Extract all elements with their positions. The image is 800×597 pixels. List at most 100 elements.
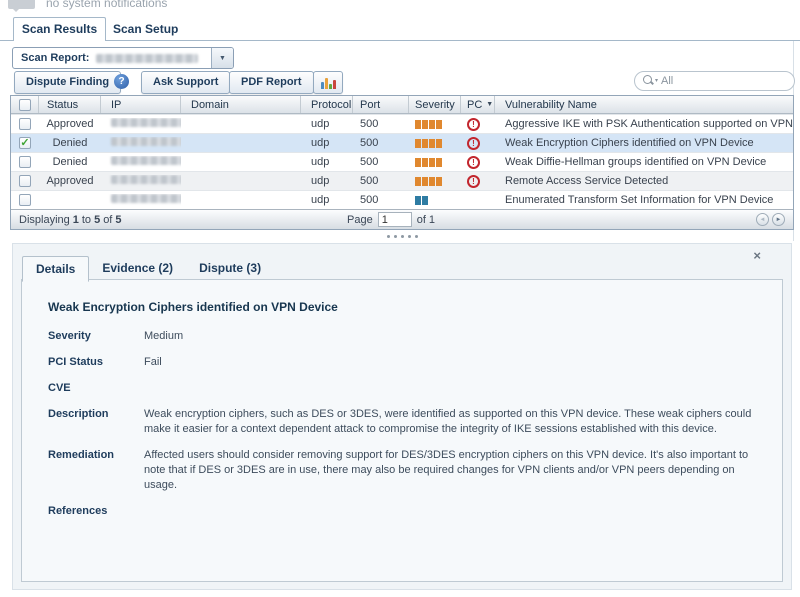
field-value: Fail (144, 355, 162, 370)
table-row[interactable]: udp 500 Enumerated Transform Set Informa… (11, 190, 793, 209)
search-icon[interactable]: ▾ (643, 75, 656, 88)
row-checkbox[interactable]: ✓ (19, 137, 31, 149)
row-vulnerability-link[interactable]: Aggressive IKE with PSK Authentication s… (495, 118, 793, 130)
field-label: Severity (48, 329, 144, 344)
row-status: Approved (39, 175, 101, 187)
table-row[interactable]: ✓ Denied udp 500 ! Weak Encryption Ciphe… (11, 133, 793, 152)
scan-report-value-redacted (96, 54, 198, 63)
table-row[interactable]: Approved udp 500 ! Aggressive IKE with P… (11, 114, 793, 133)
scan-report-select[interactable]: Scan Report: ▼ (12, 47, 234, 69)
close-icon[interactable]: × (753, 249, 761, 262)
displaying-status: Displaying 1 to 5 of 5 (19, 214, 122, 226)
results-table: Status IP Domain Protocol Port Severity … (10, 95, 794, 230)
row-severity-bars (409, 118, 461, 130)
chevron-down-icon: ▼ (219, 55, 226, 62)
table-row[interactable]: Approved udp 500 ! Remote Access Service… (11, 171, 793, 190)
chart-report-button[interactable] (313, 71, 343, 94)
pci-fail-icon: ! (467, 118, 480, 131)
next-page-button[interactable]: ► (772, 213, 785, 226)
field-value: Affected users should consider removing … (144, 448, 762, 493)
row-protocol: udp (301, 175, 353, 187)
row-status: Denied (39, 156, 101, 168)
tab-details[interactable]: Details (22, 256, 89, 282)
details-field: Remediation Affected users should consid… (48, 448, 762, 493)
row-port: 500 (353, 194, 409, 206)
row-protocol: udp (301, 137, 353, 149)
row-checkbox[interactable] (19, 156, 31, 168)
select-all-checkbox[interactable] (19, 99, 31, 111)
splitter-handle[interactable] (10, 230, 794, 242)
col-header-ip[interactable]: IP (101, 96, 181, 113)
row-vulnerability-link[interactable]: Weak Diffie-Hellman groups identified on… (495, 156, 793, 168)
col-header-protocol[interactable]: Protocol (301, 96, 353, 113)
details-field: Severity Medium (48, 329, 762, 344)
tab-evidence[interactable]: Evidence (2) (89, 256, 186, 281)
field-label: PCI Status (48, 355, 144, 370)
search-scope-dropdown-icon: ▾ (655, 77, 658, 84)
row-severity-bars (409, 137, 461, 149)
row-severity-bars (409, 156, 461, 168)
col-header-port[interactable]: Port (353, 96, 409, 113)
row-status: Denied (39, 137, 101, 149)
details-field: CVE (48, 381, 762, 396)
table-row[interactable]: Denied udp 500 ! Weak Diffie-Hellman gro… (11, 152, 793, 171)
row-checkbox[interactable] (19, 175, 31, 187)
table-body: Approved udp 500 ! Aggressive IKE with P… (11, 114, 793, 209)
page-input[interactable] (378, 212, 412, 227)
col-header-domain[interactable]: Domain (181, 96, 301, 113)
col-header-severity[interactable]: Severity (409, 96, 461, 113)
details-tabbar: Details Evidence (2) Dispute (3) (22, 256, 274, 281)
field-label: Remediation (48, 448, 144, 493)
pci-scan-results-screen: no system notifications Scan Results Sca… (0, 0, 800, 597)
row-severity-bars (409, 175, 461, 187)
col-header-vulnerability[interactable]: Vulnerability Name (495, 96, 793, 113)
row-ip-redacted (111, 137, 181, 146)
page-of-label: of 1 (417, 214, 435, 226)
pdf-report-button[interactable]: PDF Report (229, 71, 314, 94)
bar-chart-icon (321, 82, 324, 89)
row-port: 500 (353, 118, 409, 130)
help-icon[interactable]: ? (114, 74, 129, 89)
row-status: Approved (39, 118, 101, 130)
tabbar-divider (0, 40, 800, 41)
details-section: × Details Evidence (2) Dispute (3) Weak … (12, 243, 792, 590)
prev-page-button[interactable]: ◄ (756, 213, 769, 226)
tab-scan-results[interactable]: Scan Results (13, 17, 106, 41)
search-box: ▾ (634, 71, 795, 91)
col-header-pc[interactable]: PC ▼ (461, 96, 495, 113)
row-port: 500 (353, 137, 409, 149)
table-header-row: Status IP Domain Protocol Port Severity … (11, 96, 793, 114)
row-vulnerability-link[interactable]: Weak Encryption Ciphers identified on VP… (495, 137, 793, 149)
details-field: PCI Status Fail (48, 355, 762, 370)
scan-report-dropdown-button[interactable]: ▼ (211, 48, 233, 68)
pagination-controls: Page of 1 (347, 212, 435, 227)
details-field: References (48, 504, 762, 519)
table-footer: Displaying 1 to 5 of 5 Page of 1 ◄ ► (11, 209, 793, 229)
row-protocol: udp (301, 118, 353, 130)
details-fields: Severity Medium PCI Status Fail CVE Desc… (48, 329, 762, 519)
search-input[interactable] (661, 75, 786, 87)
ask-support-button[interactable]: Ask Support (141, 71, 230, 94)
row-ip-redacted (111, 194, 181, 203)
row-checkbox[interactable] (19, 194, 31, 206)
row-severity-bars (409, 194, 461, 206)
dispute-finding-button[interactable]: Dispute Finding (14, 71, 121, 94)
row-checkbox[interactable] (19, 118, 31, 130)
field-label: References (48, 504, 144, 519)
notification-text: no system notifications (46, 0, 167, 10)
details-field: Description Weak encryption ciphers, suc… (48, 407, 762, 437)
tab-dispute[interactable]: Dispute (3) (186, 256, 274, 281)
pci-fail-icon: ! (467, 137, 480, 150)
row-vulnerability-link[interactable]: Remote Access Service Detected (495, 175, 793, 187)
row-vulnerability-link[interactable]: Enumerated Transform Set Information for… (495, 194, 793, 206)
row-protocol: udp (301, 156, 353, 168)
row-port: 500 (353, 175, 409, 187)
field-value: Weak encryption ciphers, such as DES or … (144, 407, 762, 437)
pci-fail-icon: ! (467, 156, 480, 169)
tab-scan-setup[interactable]: Scan Setup (113, 22, 178, 36)
vulnerability-title: Weak Encryption Ciphers identified on VP… (48, 300, 762, 314)
notification-bubble-icon (8, 0, 35, 9)
page-label: Page (347, 214, 373, 226)
col-header-status[interactable]: Status (39, 96, 101, 113)
row-ip-redacted (111, 175, 181, 184)
